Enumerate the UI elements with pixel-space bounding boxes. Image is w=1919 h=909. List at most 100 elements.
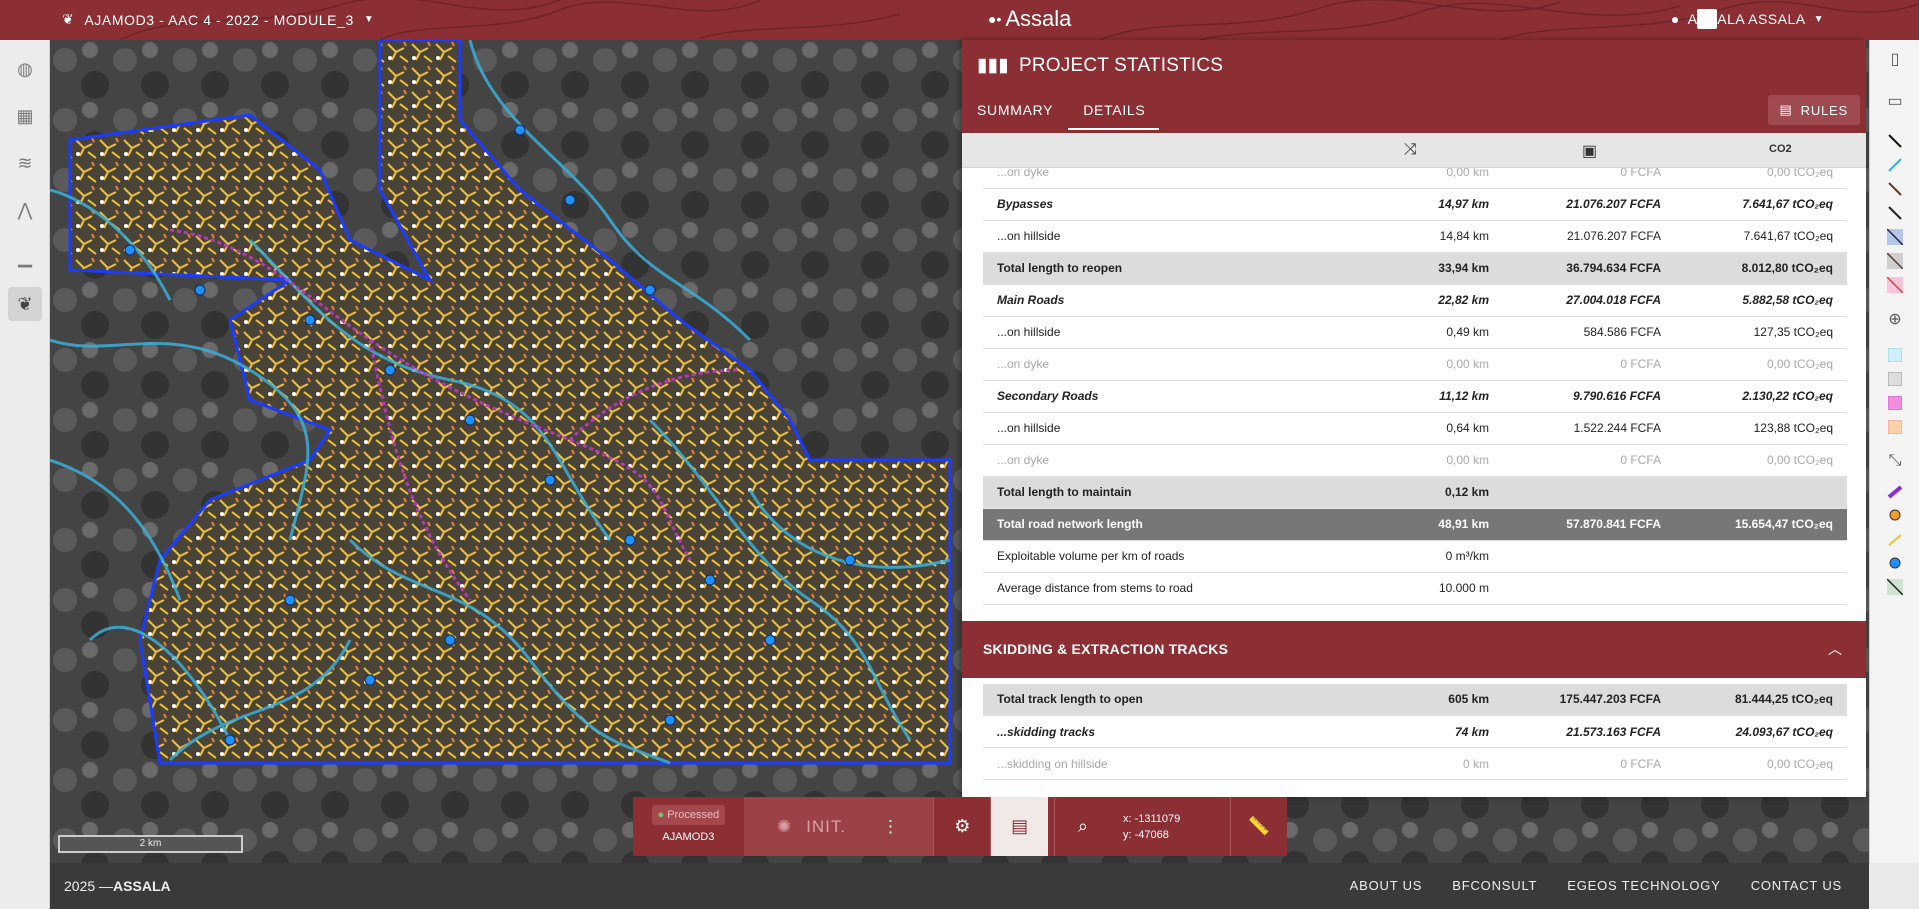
swatch-peach-icon[interactable] [1880, 416, 1910, 438]
table-row: ...skidding tracks 74 km 21.573.163 FCFA 24… [983, 715, 1847, 748]
dashboard-icon[interactable]: ▦ [8, 99, 42, 133]
cell-label: ...skidding on hillside [983, 747, 1383, 780]
cell-fcfa: 175.447.203 FCFA [1503, 683, 1675, 716]
brand-logo: ●• Assala [988, 6, 1071, 32]
bottom-toolbar: ● Processed AJAMOD3 ✺ INIT. ⋮ ⚙ ▤ ⌕ x: -… [633, 797, 1287, 856]
cell-fcfa [1503, 540, 1675, 573]
measure-button[interactable]: 📏 [1229, 797, 1287, 856]
section-title: SKIDDING & EXTRACTION TRACKS [983, 640, 1229, 657]
panel-header: ▮▮▮ PROJECT STATISTICS SUMMARY DETAILS ▤… [962, 40, 1866, 133]
swatch-pink-icon[interactable] [1880, 392, 1910, 414]
road-purple-icon[interactable] [1880, 480, 1910, 502]
zoom-extent-button[interactable]: ⌕ [1053, 797, 1111, 856]
cell-km: 74 km [1383, 715, 1503, 748]
filter-map-icon[interactable]: ⊕ [1880, 308, 1910, 330]
co2-icon: CO2 [1769, 143, 1792, 155]
footer: 2025 —ASSALA ABOUT US BFCONSULT EGEOS TE… [50, 863, 1869, 909]
road-icon[interactable]: ⋀ [8, 193, 42, 227]
cell-co2 [1675, 540, 1847, 573]
bar-chart-icon: ▮▮▮ [977, 55, 1009, 76]
cell-km: 0,64 km [1383, 412, 1503, 445]
chevron-up-icon[interactable]: ︿ [1828, 639, 1842, 659]
table-row: ...on hillside 0,49 km 584.586 FCFA 127,35 … [983, 316, 1847, 349]
project-title: AJAMOD3 - AAC 4 - 2022 - MODULE_3 [84, 11, 354, 28]
footer-link-contact[interactable]: CONTACT US [1751, 878, 1842, 893]
cell-label: Total length to reopen [983, 252, 1383, 285]
hatch-blue-icon[interactable] [1880, 226, 1910, 248]
map-icon[interactable]: ▯ [1880, 48, 1910, 70]
table-row: ...on dyke 0,00 km 0 FCFA 0,00 tCO₂eq [983, 348, 1847, 381]
basemap-icon[interactable]: ▭ [1880, 90, 1910, 112]
cell-co2: 7.641,67 tCO₂eq [1675, 220, 1847, 253]
cell-fcfa: 21.573.163 FCFA [1503, 715, 1675, 748]
top-bar: ❦ AJAMOD3 - AAC 4 - 2022 - MODULE_3 ▼ ●•… [0, 0, 1919, 40]
cell-label: Main Roads [983, 284, 1383, 317]
line-black-icon[interactable] [1880, 130, 1910, 152]
swatch-grey-icon[interactable] [1880, 368, 1910, 390]
status-project: AJAMOD3 [662, 831, 715, 843]
table-row: Total length to maintain 0,12 km [983, 476, 1847, 509]
zoom-icon: ⌕ [1077, 816, 1088, 836]
table-row: Bypasses 14,97 km 21.076.207 FCFA 7.641,67 … [983, 188, 1847, 221]
globe-icon[interactable]: ◍ [8, 52, 42, 86]
tab-details[interactable]: DETAILS [1068, 102, 1160, 130]
panel-title-text: PROJECT STATISTICS [1018, 54, 1224, 76]
cell-fcfa: 27.004.018 FCFA [1503, 284, 1675, 317]
cell-km: 0 m³/km [1383, 540, 1503, 573]
cell-label: Exploitable volume per km of roads [983, 540, 1383, 573]
cell-label: Average distance from stems to road [983, 572, 1383, 605]
status-label: Processed [667, 809, 720, 821]
footer-copyright: 2025 —ASSALA [64, 878, 171, 894]
point-orange-icon[interactable] [1880, 504, 1910, 526]
swatch-lightblue-icon[interactable] [1880, 344, 1910, 366]
hatch-green-icon[interactable] [1880, 576, 1910, 598]
cell-label: Total road network length [983, 508, 1383, 541]
right-sidebar: ▯ ▭ ⊕ ⤡ [1869, 40, 1919, 863]
init-label: INIT. [806, 816, 847, 836]
user-menu[interactable]: ● ASSALA ASSALA ▼ [1671, 11, 1824, 27]
document-icon: ▤ [1011, 816, 1029, 836]
cell-co2: 8.012,80 tCO₂eq [1675, 252, 1847, 285]
leaf-icon[interactable]: ❦ [8, 287, 42, 321]
hatch-pink-icon[interactable] [1880, 274, 1910, 296]
more-vert-icon[interactable]: ⋮ [882, 817, 900, 837]
line-cyan-icon[interactable] [1880, 154, 1910, 176]
hatch-grey-icon[interactable] [1880, 250, 1910, 272]
project-selector[interactable]: ❦ AJAMOD3 - AAC 4 - 2022 - MODULE_3 ▼ [62, 11, 374, 28]
line-brown-icon[interactable] [1880, 178, 1910, 200]
settings-button[interactable]: ⚙ [933, 797, 990, 856]
footer-link-bfconsult[interactable]: BFCONSULT [1452, 878, 1537, 893]
share-icon: ⤨ [1404, 141, 1417, 158]
footer-links: ABOUT US BFCONSULT EGEOS TECHNOLOGY CONT… [1320, 878, 1842, 893]
footer-link-about[interactable]: ABOUT US [1350, 878, 1423, 893]
cell-fcfa [1503, 572, 1675, 605]
cell-label: ...on dyke [983, 444, 1383, 477]
table-row: Exploitable volume per km of roads 0 m³/k… [983, 540, 1847, 573]
panel-tabs: SUMMARY DETAILS [977, 102, 1167, 130]
money-icon: ▣ [1582, 143, 1598, 160]
section-skidding-extraction[interactable]: SKIDDING & EXTRACTION TRACKS ︿ [962, 620, 1866, 678]
cell-km: 22,82 km [1383, 284, 1503, 317]
network-icon[interactable]: ⤡ [1880, 450, 1910, 472]
check-icon: ● [657, 809, 665, 821]
line-dark-icon[interactable] [1880, 202, 1910, 224]
init-button[interactable]: ✺ INIT. ⋮ [743, 797, 934, 856]
cell-fcfa [1503, 476, 1675, 509]
tab-summary[interactable]: SUMMARY [977, 102, 1068, 130]
terrain-icon[interactable]: ▁ [8, 240, 42, 274]
footer-link-egeos[interactable]: EGEOS TECHNOLOGY [1567, 878, 1720, 893]
track-yellow-icon[interactable] [1880, 528, 1910, 550]
point-blue-icon[interactable] [1880, 552, 1910, 574]
layers-icon[interactable]: ≋ [8, 146, 42, 180]
cell-fcfa: 584.586 FCFA [1503, 316, 1675, 349]
cell-km: 14,97 km [1383, 188, 1503, 221]
cell-co2: 0,00 tCO₂eq [1675, 444, 1847, 477]
project-statistics-panel: ▮▮▮ PROJECT STATISTICS SUMMARY DETAILS ▤… [962, 40, 1866, 797]
report-button[interactable]: ▤ [990, 797, 1048, 856]
table-row: Average distance from stems to road 10.00… [983, 572, 1847, 605]
gear-icon: ⚙ [954, 816, 971, 836]
project-status: ● Processed AJAMOD3 [633, 797, 744, 856]
cell-label: Secondary Roads [983, 380, 1383, 413]
chevron-down-icon: ▼ [1813, 13, 1824, 25]
rules-button[interactable]: ▤ RULES [1767, 95, 1860, 125]
